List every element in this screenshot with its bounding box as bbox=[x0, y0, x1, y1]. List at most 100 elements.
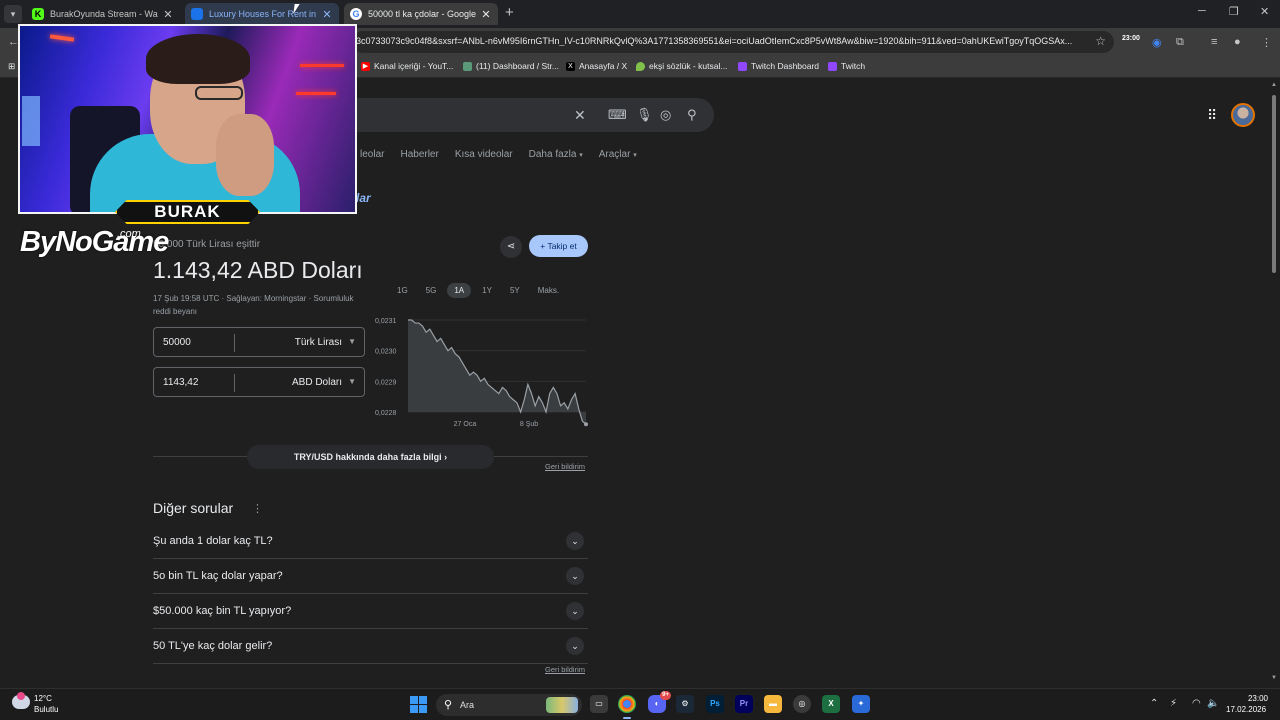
caret-down-icon: ▾ bbox=[579, 152, 583, 159]
tab-close-icon[interactable]: ✕ bbox=[321, 8, 333, 21]
range-5d[interactable]: 5G bbox=[419, 283, 444, 298]
share-button[interactable]: ⋖ bbox=[500, 236, 522, 258]
tray-overflow-icon[interactable]: ⌃ bbox=[1150, 698, 1158, 709]
google-apps-icon[interactable]: ⠿ bbox=[1207, 107, 1217, 124]
result-breadcrumb[interactable]: lar bbox=[356, 191, 371, 205]
tab-close-icon[interactable]: ✕ bbox=[162, 8, 174, 21]
task-view-icon[interactable]: ▭ bbox=[590, 695, 608, 713]
dropdown-caret-icon[interactable]: ▼ bbox=[348, 377, 356, 386]
chrome-icon[interactable] bbox=[618, 695, 636, 719]
tab-tools-label: Araçlar bbox=[598, 149, 631, 160]
chart-last-point bbox=[584, 422, 588, 427]
bookmark-twitch-dashboard[interactable]: Twitch Dashboard bbox=[738, 61, 819, 71]
chevron-down-icon[interactable]: ⌄ bbox=[566, 532, 584, 550]
paa-question[interactable]: Şu anda 1 dolar kaç TL? ⌄ bbox=[153, 524, 588, 559]
scrollbar-thumb[interactable] bbox=[1272, 95, 1276, 273]
chevron-down-icon[interactable]: ⌄ bbox=[566, 602, 584, 620]
range-1d[interactable]: 1G bbox=[390, 283, 415, 298]
tab-more[interactable]: Daha fazla ▾ bbox=[529, 149, 583, 163]
range-5y[interactable]: 5Y bbox=[503, 283, 527, 298]
range-max[interactable]: Maks. bbox=[531, 283, 566, 298]
new-tab-button[interactable]: + bbox=[505, 4, 514, 21]
range-1y[interactable]: 1Y bbox=[475, 283, 499, 298]
tab-videos[interactable]: leolar bbox=[360, 149, 384, 163]
address-bar[interactable]: 3c0733073c9c04f8&sxsrf=ANbL-n6vM95I6rnGT… bbox=[352, 31, 1114, 53]
weather-cloud-icon[interactable] bbox=[12, 692, 30, 709]
feedback-link[interactable]: Geri bildirim bbox=[545, 665, 585, 674]
google-account-avatar[interactable] bbox=[1231, 103, 1255, 127]
scroll-down-icon[interactable]: ▼ bbox=[1271, 675, 1277, 681]
tab-close-icon[interactable]: ✕ bbox=[480, 8, 492, 21]
tab-burakoyunda-stream[interactable]: K BurakOyunda Stream - Watch Li ✕ bbox=[26, 3, 180, 25]
more-options-icon[interactable]: ⋮ bbox=[252, 502, 263, 515]
tab-short-videos[interactable]: Kısa videolar bbox=[455, 149, 513, 163]
twitch-icon bbox=[738, 61, 747, 71]
bookmark-eksi-sozluk[interactable]: ekşi sözlük - kutsal... bbox=[636, 61, 727, 71]
reading-list-icon[interactable]: ≡ bbox=[1211, 36, 1217, 48]
browser-menu-icon[interactable]: ⋮ bbox=[1261, 36, 1272, 49]
to-amount-input[interactable]: 1143,42 bbox=[163, 377, 198, 388]
close-window-icon[interactable]: ✕ bbox=[1260, 5, 1269, 18]
more-info-button[interactable]: TRY/USD hakkında daha fazla bilgi › bbox=[247, 445, 494, 469]
weather-temperature[interactable]: 12°C bbox=[34, 694, 52, 703]
from-currency-select[interactable]: Türk Lirası bbox=[295, 337, 342, 348]
volume-icon[interactable]: 🔈 bbox=[1207, 698, 1219, 709]
bookmark-star-icon[interactable]: ☆ bbox=[1095, 34, 1106, 48]
restore-icon[interactable]: ❐ bbox=[1229, 5, 1239, 18]
exchange-rate-chart[interactable]: 0,0231 0,0230 0,0229 0,0228 27 Oca 8 Şub bbox=[370, 314, 592, 434]
follow-button[interactable]: + Takip et bbox=[529, 235, 588, 257]
lens-camera-icon[interactable]: ◎ bbox=[660, 107, 671, 123]
tab-news[interactable]: Haberler bbox=[400, 149, 438, 163]
steam-icon[interactable]: ⚙ bbox=[676, 695, 694, 713]
wifi-icon[interactable]: ◠ bbox=[1192, 698, 1201, 709]
apps-grid-icon[interactable]: ⊞ bbox=[8, 61, 15, 72]
search-icon[interactable]: ⚲ bbox=[687, 107, 697, 123]
paa-question[interactable]: 5o bin TL kaç dolar yapar? ⌄ bbox=[153, 559, 588, 594]
bookmark-youtube[interactable]: ▶ Kanal içeriği - YouT... bbox=[361, 61, 453, 71]
tab-search-button[interactable]: ▾ bbox=[4, 5, 22, 23]
taskbar-date[interactable]: 17.02.2026 bbox=[1226, 705, 1266, 714]
taskbar-search[interactable]: ⚲ Ara bbox=[436, 694, 582, 716]
to-currency-select[interactable]: ABD Doları bbox=[292, 377, 342, 388]
microphone-icon[interactable]: 🎙 bbox=[636, 107, 653, 123]
paa-question[interactable]: 50 TL'ye kaç dolar gelir? ⌄ bbox=[153, 629, 588, 664]
search-input[interactable]: ✕ ⌨ 🎙 ◎ ⚲ bbox=[340, 98, 714, 132]
chart-y-tick-label: 0,0231 bbox=[375, 318, 397, 325]
profile-avatar-icon[interactable]: ● bbox=[1234, 36, 1241, 48]
clear-search-icon[interactable]: ✕ bbox=[574, 107, 586, 124]
feedback-link[interactable]: Geri bildirim bbox=[545, 462, 585, 471]
search-nav-tabs: leolar Haberler Kısa videolar Daha fazla… bbox=[360, 149, 653, 163]
paa-question[interactable]: $50.000 kaç bin TL yapıyor? ⌄ bbox=[153, 594, 588, 629]
bookmark-dashboard[interactable]: (11) Dashboard / Str... bbox=[463, 61, 559, 71]
extension-clock[interactable]: 23:00 bbox=[1122, 35, 1140, 42]
extension-icon[interactable]: ◉ bbox=[1152, 36, 1162, 49]
obs-icon[interactable]: ◎ bbox=[793, 695, 811, 713]
scroll-up-icon[interactable]: ▲ bbox=[1271, 82, 1277, 88]
bookmark-x[interactable]: X Anasayfa / X bbox=[566, 61, 627, 71]
chevron-down-icon[interactable]: ⌄ bbox=[566, 567, 584, 585]
tray-app-icon[interactable]: ⚡ bbox=[1170, 698, 1177, 709]
minimize-icon[interactable]: ─ bbox=[1198, 5, 1206, 17]
dropdown-caret-icon[interactable]: ▼ bbox=[348, 337, 356, 346]
file-explorer-icon[interactable]: ▬ bbox=[764, 695, 782, 713]
range-1m[interactable]: 1A bbox=[447, 283, 472, 298]
weather-description[interactable]: Bulutlu bbox=[34, 705, 58, 714]
windows-start-icon[interactable] bbox=[410, 696, 427, 713]
tab-google-search[interactable]: G 50000 tl ka çdolar - Google'da ✕ bbox=[344, 3, 498, 25]
from-amount-input[interactable]: 50000 bbox=[163, 337, 191, 348]
streamer-name-plate: BURAK bbox=[115, 200, 260, 224]
discord-icon[interactable]: ◐ 9+ bbox=[648, 691, 671, 713]
extensions-puzzle-icon[interactable]: ⧉ bbox=[1176, 36, 1184, 49]
photoshop-icon[interactable]: Ps bbox=[706, 695, 724, 713]
tab-luxury-houses[interactable]: Luxury Houses For Rent in Hou ✕ bbox=[185, 3, 339, 25]
bookmark-twitch[interactable]: Twitch bbox=[828, 61, 865, 71]
neon-light bbox=[22, 96, 40, 146]
page-scrollbar[interactable]: ▲ ▼ bbox=[1271, 79, 1277, 688]
chevron-down-icon[interactable]: ⌄ bbox=[566, 637, 584, 655]
excel-icon[interactable]: X bbox=[822, 695, 840, 713]
tab-tools[interactable]: Araçlar ▾ bbox=[599, 149, 637, 163]
keyboard-icon[interactable]: ⌨ bbox=[608, 107, 627, 123]
taskbar-time[interactable]: 23:00 bbox=[1232, 694, 1268, 703]
premiere-icon[interactable]: Pr bbox=[735, 695, 753, 713]
app-icon[interactable]: ✦ bbox=[852, 695, 870, 713]
